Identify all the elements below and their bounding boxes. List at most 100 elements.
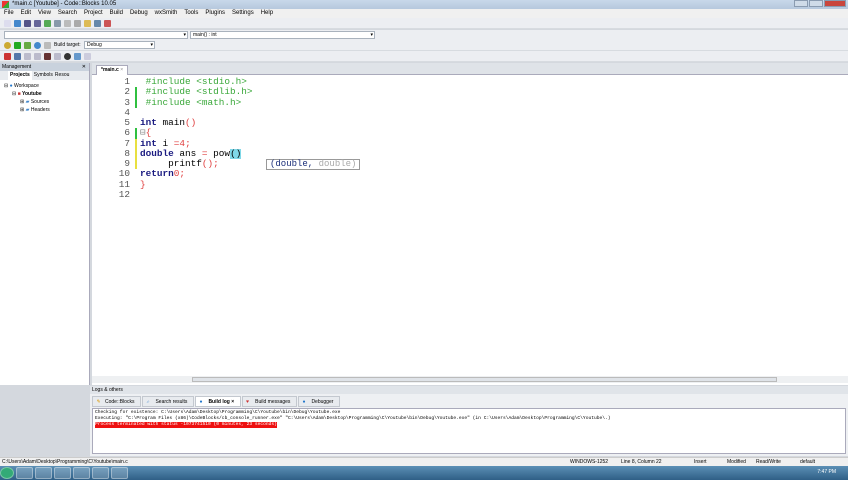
tree-project[interactable]: ⊟ ■ Youtube (4, 90, 89, 98)
taskbar-app-2[interactable] (35, 467, 52, 479)
taskbar-app-5[interactable] (92, 467, 109, 479)
debugger-icon: ● (302, 399, 306, 405)
management-title: Management (2, 64, 32, 70)
taskbar-codeblocks[interactable] (54, 467, 71, 479)
menu-file[interactable]: File (4, 9, 14, 18)
paste-icon[interactable] (84, 19, 91, 27)
stop-debugger-icon[interactable] (64, 52, 71, 60)
rebuild-icon[interactable] (34, 41, 41, 49)
tab-debugger[interactable]: ● Debugger (298, 396, 341, 407)
start-button[interactable] (0, 467, 14, 479)
codeblocks-icon: ✎ (96, 399, 101, 405)
build-run-icon[interactable] (24, 41, 31, 49)
debug-windows-icon[interactable] (74, 52, 81, 60)
horizontal-scrollbar[interactable] (92, 376, 848, 383)
taskbar: 7:47 PM (0, 466, 848, 480)
main-toolbar (0, 18, 848, 29)
code-editor[interactable]: *main.c × 1 #include <stdio.h> 2 #includ… (92, 63, 848, 385)
debugger-toolbar (0, 51, 848, 62)
redo-icon[interactable] (54, 19, 61, 27)
folder-icon: ▰ (25, 99, 30, 105)
abort-icon[interactable] (44, 41, 51, 49)
tab-projects[interactable]: Projects (8, 71, 32, 80)
save-icon[interactable] (24, 19, 31, 27)
tree-workspace[interactable]: ⊟ ● Workspace (4, 82, 89, 90)
run-to-cursor-icon[interactable] (14, 52, 21, 60)
close-panel-icon[interactable]: ✕ (82, 63, 86, 71)
code-line: 12 (118, 188, 130, 200)
window-title: *main.c [Youtube] - Code::Blocks 10.05 (12, 1, 117, 7)
code-line: 3 #include <math.h> (124, 96, 242, 109)
find-icon[interactable] (94, 19, 101, 27)
taskbar-clock[interactable]: 7:47 PM (817, 469, 836, 475)
management-panel: Management ✕ Projects Symbols Resou ⊟ ● W… (0, 63, 90, 385)
new-file-icon[interactable] (4, 19, 11, 27)
tab-codeblocks-log[interactable]: ✎ Code::Blocks (92, 396, 142, 407)
status-bar: C:\Users\Adam\Desktop\Programming\C\Yout… (0, 457, 848, 466)
workspace-icon: ● (9, 83, 13, 89)
taskbar-app-4[interactable] (73, 467, 90, 479)
menu-help[interactable]: Help (261, 9, 273, 18)
tab-search-results[interactable]: ⌕ Search results (142, 396, 195, 407)
menu-wxsmith[interactable]: wxSmith (155, 9, 178, 18)
build-target-combo[interactable]: Debug (84, 41, 155, 49)
replace-icon[interactable] (104, 19, 111, 27)
tab-build-log[interactable]: ● Build log × (195, 396, 242, 407)
minimize-button[interactable] (794, 0, 808, 7)
menu-settings[interactable]: Settings (232, 9, 254, 18)
tab-resources[interactable]: Resou (55, 71, 69, 80)
tab-build-messages[interactable]: ♥ Build messages (242, 396, 298, 407)
function-combo[interactable]: main() : int (190, 31, 375, 39)
search-icon: ⌕ (146, 399, 150, 405)
save-all-icon[interactable] (34, 19, 41, 27)
code-area[interactable]: 1 #include <stdio.h> 2 #include <stdlib.… (92, 76, 253, 200)
step-into-icon[interactable] (34, 52, 41, 60)
menu-tools[interactable]: Tools (184, 9, 198, 18)
code-line: 5 int main() (124, 117, 197, 128)
logs-panel: Logs & others ✎ Code::Blocks ⌕ Search resu… (90, 386, 848, 456)
undo-icon[interactable] (44, 19, 51, 27)
open-icon[interactable] (14, 19, 21, 27)
log-error-line: Process terminated with status -10737415… (95, 422, 277, 428)
build-target-label: Build target: (54, 42, 81, 48)
menu-edit[interactable]: Edit (21, 9, 31, 18)
menu-search[interactable]: Search (58, 9, 77, 18)
compiler-toolbar: Build target: Debug (0, 40, 848, 51)
menu-plugins[interactable]: Plugins (205, 9, 225, 18)
step-out-icon[interactable] (44, 52, 51, 60)
menu-project[interactable]: Project (84, 9, 103, 18)
project-icon: ■ (17, 91, 21, 97)
codeblocks-app-icon (2, 1, 9, 8)
taskbar-app-6[interactable] (111, 467, 128, 479)
tab-main-c[interactable]: *main.c × (96, 65, 129, 75)
gear-icon: ● (199, 399, 203, 405)
menu-view[interactable]: View (38, 9, 51, 18)
various-info-icon[interactable] (84, 52, 91, 60)
copy-icon[interactable] (74, 19, 81, 27)
close-tab-icon[interactable]: × (120, 67, 123, 73)
run-icon[interactable] (14, 41, 21, 49)
scope-combo[interactable] (4, 31, 188, 39)
menu-bar: File Edit View Search Project Build Debu… (0, 9, 848, 18)
build-log-output: Checking for existence: C:\Users\Adam\De… (92, 408, 846, 454)
tree-folder-sources[interactable]: ⊞ ▰ Sources (4, 98, 89, 106)
scrollbar-thumb[interactable] (192, 377, 777, 382)
logs-title: Logs & others (90, 386, 848, 394)
debug-icon[interactable] (4, 52, 11, 60)
next-instruction-icon[interactable] (54, 52, 61, 60)
next-line-icon[interactable] (24, 52, 31, 60)
folder-icon: ▰ (25, 107, 30, 113)
taskbar-app-1[interactable] (16, 467, 33, 479)
cut-icon[interactable] (64, 19, 71, 27)
close-button[interactable] (824, 0, 846, 7)
menu-debug[interactable]: Debug (130, 9, 148, 18)
tree-folder-headers[interactable]: ⊞ ▰ Headers (4, 106, 89, 114)
maximize-button[interactable] (809, 0, 823, 7)
menu-build[interactable]: Build (110, 9, 123, 18)
tab-symbols[interactable]: Symbols (34, 71, 53, 80)
flag-icon: ♥ (246, 399, 250, 405)
title-bar: *main.c [Youtube] - Code::Blocks 10.05 (0, 0, 848, 9)
build-icon[interactable] (4, 41, 11, 49)
code-line: 6 ⊟{ (124, 127, 152, 139)
code-line: 2 #include <stdlib.h> (124, 86, 253, 98)
